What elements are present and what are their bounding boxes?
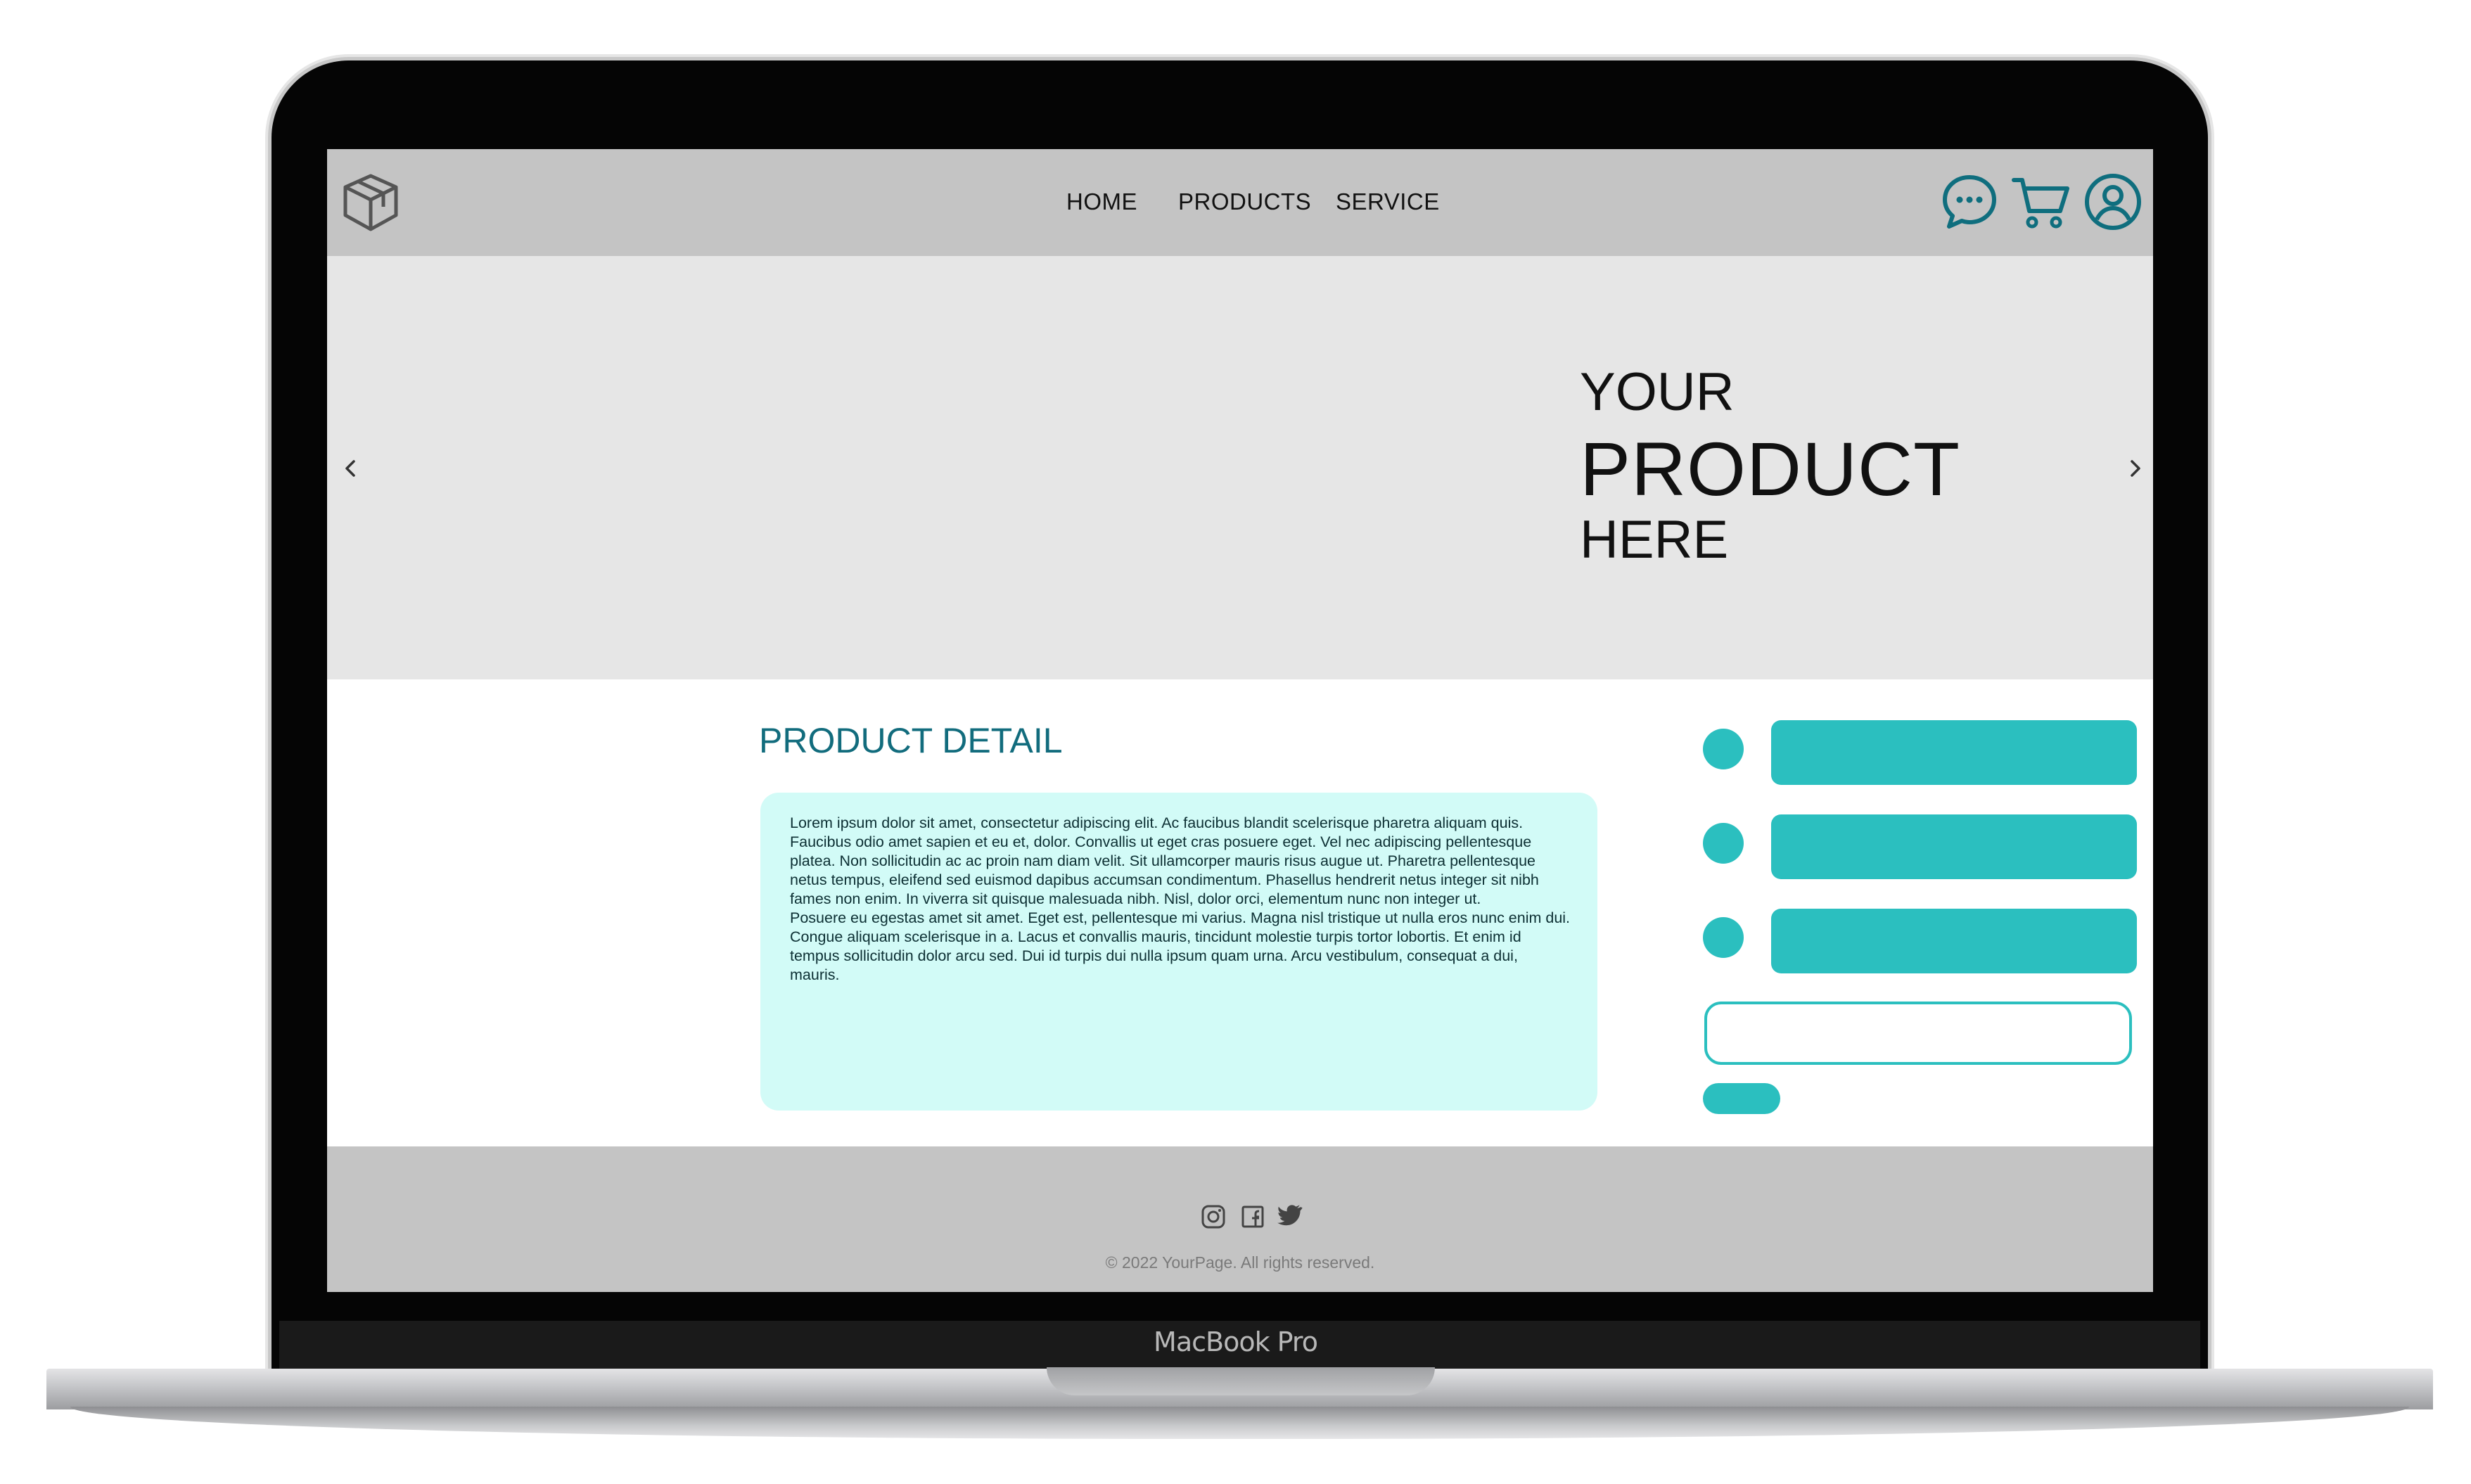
detail-paragraph-1: Lorem ipsum dolor sit amet, consectetur … [790, 814, 1539, 907]
facebook-icon[interactable] [1239, 1203, 1267, 1231]
navbar: HOME PRODUCTS SERVICE [327, 149, 2153, 256]
detail-paragraph-2: Posuere eu egestas amet sit amet. Eget e… [790, 909, 1571, 983]
instagram-icon[interactable] [1199, 1203, 1227, 1231]
laptop-base-lip [70, 1407, 2409, 1439]
screen: HOME PRODUCTS SERVICE YOUR PRODUCT HERE … [327, 149, 2153, 1292]
product-detail-box: Lorem ipsum dolor sit amet, consectetur … [760, 793, 1597, 1111]
option-button-1[interactable] [1771, 720, 2137, 785]
hero-carousel: YOUR PRODUCT HERE [327, 256, 2153, 679]
chat-icon[interactable] [1939, 172, 2000, 232]
footer: © 2022 YourPage. All rights reserved. [327, 1146, 2153, 1292]
add-to-cart-button[interactable] [1703, 1083, 1780, 1114]
product-detail-text: Lorem ipsum dolor sit amet, consectetur … [790, 814, 1571, 985]
option-radio-3[interactable] [1703, 917, 1744, 958]
nav-service-link[interactable]: SERVICE [1336, 188, 1440, 215]
quantity-input[interactable] [1704, 1002, 2132, 1065]
nav-products-link[interactable]: PRODUCTS [1178, 188, 1311, 215]
hero-line-3: HERE [1580, 510, 1729, 570]
device-brand-label: MacBook Pro [1154, 1326, 1318, 1357]
cube-icon[interactable] [338, 170, 403, 235]
hero-line-1: YOUR [1580, 362, 1735, 422]
hero-line-2: PRODUCT [1580, 426, 1960, 511]
cart-icon[interactable] [2011, 172, 2071, 232]
product-detail-title: PRODUCT DETAIL [759, 721, 1063, 760]
user-icon[interactable] [2083, 172, 2143, 232]
laptop-notch [1047, 1367, 1435, 1395]
option-button-3[interactable] [1771, 909, 2137, 973]
chevron-left-icon[interactable] [340, 454, 361, 482]
option-button-2[interactable] [1771, 814, 2137, 879]
option-radio-1[interactable] [1703, 729, 1744, 769]
option-radio-2[interactable] [1703, 823, 1744, 864]
twitter-icon[interactable] [1277, 1203, 1305, 1231]
copyright-text: © 2022 YourPage. All rights reserved. [1105, 1253, 1375, 1272]
nav-home-link[interactable]: HOME [1066, 188, 1137, 215]
chevron-right-icon[interactable] [2125, 454, 2146, 482]
